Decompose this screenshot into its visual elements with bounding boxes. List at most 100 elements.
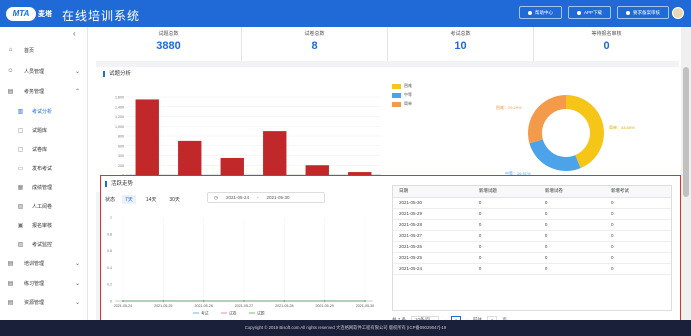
y-tick-label: 0.4: [107, 266, 112, 270]
table-cell: 0: [472, 219, 539, 231]
chevron-down-icon: ⌄: [75, 299, 81, 306]
table-cell: 0: [472, 241, 539, 253]
table-cell: 0: [472, 208, 539, 220]
collapse-sidebar-icon[interactable]: ‹: [73, 29, 76, 38]
stat-value: 0: [603, 40, 610, 52]
review-icon: ▣: [17, 222, 24, 229]
column-header: 新增试题: [472, 186, 539, 198]
donut-chart: 困难：29.29%简单：43.65%中等：26.91%: [496, 95, 635, 176]
table-cell: 0: [604, 241, 671, 253]
x-tick-label: 2021-05-24: [114, 304, 132, 308]
bar: [135, 99, 159, 175]
table-cell: 2021-05-29: [393, 208, 473, 220]
sidebar-item-training[interactable]: ▤ 培训管理 ⌄: [0, 256, 88, 270]
sidebar-item-question-bank[interactable]: ▢ 试题库: [0, 123, 88, 137]
chevron-down-icon: ⌄: [75, 260, 81, 267]
stats-row: 试题总数 3880 试卷总数 8 考试总数 10 等待报名审核 0: [96, 27, 679, 61]
app-download-label: APP下载: [583, 9, 602, 15]
table-cell: 0: [538, 241, 605, 253]
stat-card: 试题总数 3880: [96, 27, 242, 61]
donut-slice: [529, 139, 581, 171]
date-end: 2021-05-30: [266, 195, 290, 200]
section-title: 活跃走势: [105, 181, 133, 187]
sidebar-item-practice[interactable]: ▤ 练习管理 ⌄: [0, 276, 88, 290]
difficulty-legend: 困难 中等 简单: [392, 83, 412, 110]
y-tick-label: 1: [110, 216, 112, 220]
column-header: 新增考试: [604, 186, 671, 198]
sidebar-item-label: 人工阅卷: [32, 203, 53, 210]
document-icon: [626, 10, 630, 15]
sidebar-item-exam-monitor[interactable]: ▨ 考试监控: [0, 237, 88, 251]
training-icon: ▤: [7, 260, 14, 267]
sidebar-item-label: 人员管理: [24, 68, 45, 75]
sidebar-item-paper-bank[interactable]: ▢ 试卷库: [0, 142, 88, 156]
footer: Copyright © 2019 Bisoft.com All rights r…: [0, 320, 691, 336]
table-cell: 0: [604, 252, 671, 264]
sidebar-item-signup-review[interactable]: ▣ 报名审核: [0, 218, 88, 232]
table-cell: 0: [604, 263, 671, 275]
date-start: 2021-05-24: [225, 195, 249, 200]
y-tick-label: 1,600: [115, 96, 124, 100]
top-bar: MTA 麦塔 在线培训系统 帮助中心 APP下载 要求备案审核: [0, 0, 691, 27]
vertical-scrollbar[interactable]: [681, 27, 691, 320]
series-point: [243, 300, 245, 302]
x-tick-label: 2021-05-25: [154, 304, 172, 308]
question-analysis-panel: 试题分析 1,6001,4001,2001,0008006004002000单选…: [96, 67, 679, 192]
sidebar-item-personnel[interactable]: ☺ 人员管理 ⌄: [0, 64, 88, 78]
activity-trend-panel: 活跃走势 状态 7天 14天 30天 ◷ 2021-05-24 - 2021-0…: [100, 175, 681, 327]
stat-card: 考试总数 10: [388, 27, 534, 61]
sidebar-item-label: 试题库: [32, 127, 48, 134]
range-7-days[interactable]: 7天: [122, 195, 136, 204]
sidebar-item-exam-analysis[interactable]: ▥ 考试分析: [0, 104, 88, 118]
legend-swatch: [392, 83, 401, 89]
publish-icon: ▭: [17, 165, 24, 172]
x-tick-label: 2021-05-27: [235, 304, 253, 308]
question-bank-icon: ▢: [17, 127, 24, 134]
date-range-picker[interactable]: ◷ 2021-05-24 - 2021-05-30: [207, 192, 325, 203]
donut-label: 困难：29.29%: [496, 104, 522, 110]
table-body: 2021-05-30 0 0 0 2021-05-29 0 0 0 2021-05-28 0 0 0 2…: [393, 197, 671, 275]
range-30-days[interactable]: 30天: [166, 195, 183, 204]
user-icon: ☺: [7, 68, 14, 74]
x-tick-label: 2021-05-29: [315, 304, 333, 308]
sidebar-item-exam-affairs[interactable]: ▤ 考务管理 ⌃: [0, 84, 88, 98]
app-title: 在线培训系统: [62, 9, 141, 23]
bar-chart: 1,6001,4001,2001,0008006004002000单选题多选题填…: [115, 96, 381, 182]
sidebar-item-manual-grading[interactable]: ▧ 人工阅卷: [0, 199, 88, 213]
sidebar-item-publish-exam[interactable]: ▭ 发布考试: [0, 161, 88, 175]
bar: [178, 140, 202, 175]
sidebar-item-score[interactable]: ▦ 成绩管理: [0, 180, 88, 194]
legend-label: 困难: [404, 83, 412, 88]
series-point: [122, 300, 124, 302]
table-cell: 0: [538, 208, 605, 220]
paper-bank-icon: ▢: [17, 146, 24, 153]
range-selector: 状态 7天 14天 30天: [105, 195, 183, 204]
table-header-row: 日期 新增试题 新增试卷 新增考试: [393, 186, 671, 198]
app-download-button[interactable]: APP下载: [567, 6, 611, 19]
table-row: 2021-05-25 0 0 0: [393, 252, 671, 264]
y-tick-label: 0: [110, 300, 112, 304]
range-14-days[interactable]: 14天: [143, 195, 160, 204]
x-tick-label: 2021-05-30: [356, 304, 374, 308]
scrollbar-thumb[interactable]: [683, 67, 689, 197]
y-tick-label: 1,400: [115, 105, 124, 109]
status-label: 状态: [105, 197, 116, 203]
table-cell: 0: [538, 197, 605, 209]
y-tick-label: 0.2: [107, 283, 112, 287]
table-row: 2021-05-29 0 0 0: [393, 208, 671, 220]
help-center-label: 帮助中心: [534, 9, 553, 15]
help-center-button[interactable]: 帮助中心: [518, 6, 562, 19]
chevron-down-icon: ⌄: [75, 68, 81, 75]
y-tick-label: 200: [118, 164, 124, 168]
series-point: [283, 300, 286, 302]
avatar[interactable]: [672, 7, 684, 19]
sidebar: ‹ ⌂ 首页 ☺ 人员管理 ⌄ ▤ 考务管理 ⌃ ▥ 考试分析 ▢ 试题库 ▢ 试卷库 ▭ 发布考…: [0, 27, 88, 320]
sidebar-item-home[interactable]: ⌂ 首页: [0, 43, 88, 57]
filing-review-button[interactable]: 要求备案审核: [617, 6, 669, 19]
legend-label: 试题: [257, 311, 265, 316]
sidebar-item-resources[interactable]: ▤ 资源管理 ⌄: [0, 295, 88, 309]
table-cell: 2021-05-30: [393, 197, 473, 209]
stat-title: 考试总数: [450, 31, 471, 37]
legend-label: 中等: [404, 92, 412, 97]
table-cell: 0: [604, 230, 671, 242]
